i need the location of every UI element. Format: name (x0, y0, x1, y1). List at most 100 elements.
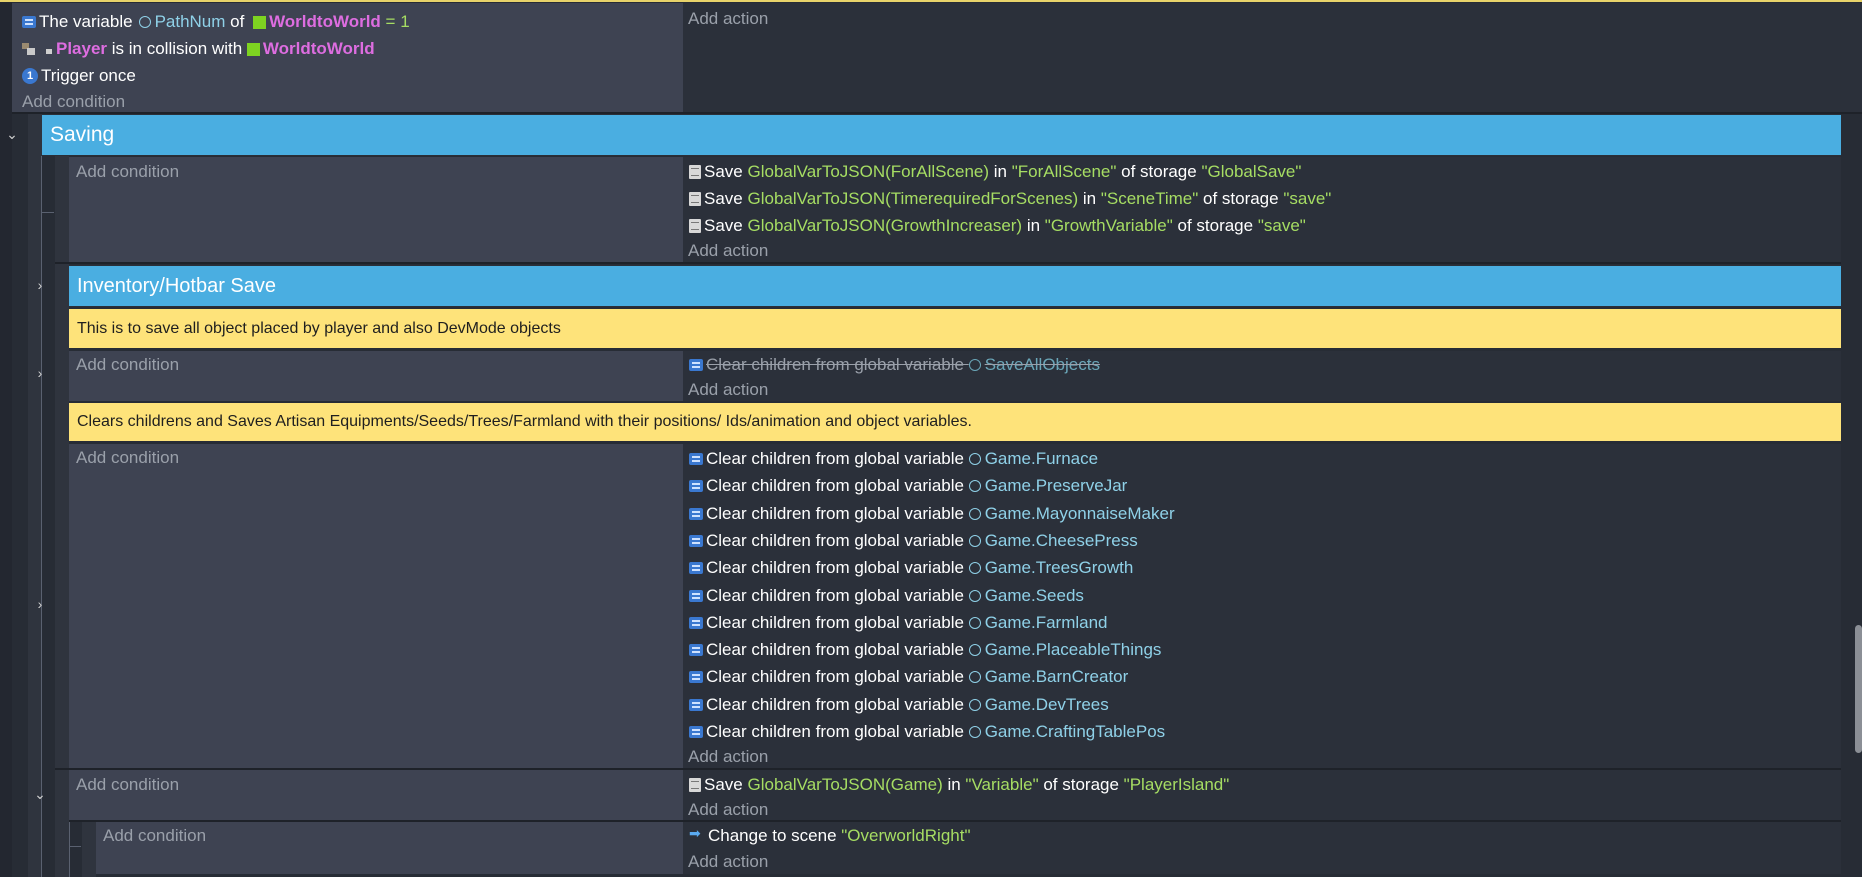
group-title: Saving (50, 123, 115, 146)
variable-icon (689, 534, 703, 547)
comment-block[interactable]: Clears childrens and Saves Artisan Equip… (69, 403, 1841, 441)
global-variable-icon (968, 671, 981, 684)
event1-conditions[interactable]: The variable PathNum of WorldtoWorld = 1… (12, 3, 683, 112)
action-save[interactable]: Save GlobalVarToJSON(ForAllScene) in "Fo… (689, 161, 1301, 183)
action-clear-children-disabled[interactable]: Clear children from global variable Save… (689, 354, 1100, 376)
global-variable-icon (968, 453, 981, 465)
variable-icon (689, 616, 703, 629)
comment-text: This is to save all object placed by pla… (77, 319, 561, 337)
action-clear-children[interactable]: Clear children from global variable Game… (689, 503, 1175, 525)
add-action-link[interactable]: Add action (688, 379, 768, 401)
comment-block[interactable]: This is to save all object placed by pla… (69, 309, 1841, 348)
expand-inventory-icon[interactable]: › (34, 278, 46, 292)
event5-conditions[interactable]: Add condition (69, 770, 683, 820)
add-action-link[interactable]: Add action (688, 240, 768, 262)
selection-line (0, 0, 1862, 2)
action-clear-children[interactable]: Clear children from global variable Game… (689, 585, 1084, 607)
collapse-saving-icon[interactable]: ⌄ (6, 127, 18, 141)
object-icon (246, 42, 260, 56)
object-icon (253, 15, 267, 29)
variable-icon (689, 671, 703, 684)
variable-icon (689, 480, 703, 493)
scene-variable-icon (138, 16, 151, 28)
event2-conditions[interactable]: Add condition (69, 157, 683, 262)
action-clear-children[interactable]: Clear children from global variable Game… (689, 530, 1138, 552)
vertical-scrollbar-thumb[interactable] (1855, 625, 1862, 753)
player-icon (45, 45, 53, 54)
event1-actions[interactable]: Add action (683, 3, 1862, 112)
group-indent (28, 114, 42, 877)
add-condition-link[interactable]: Add condition (76, 447, 179, 469)
add-condition-link[interactable]: Add condition (76, 354, 179, 376)
event3-conditions[interactable]: Add condition (69, 351, 683, 401)
variable-icon (689, 589, 703, 602)
action-save[interactable]: Save GlobalVarToJSON(GrowthIncreaser) in… (689, 215, 1306, 237)
variable-icon (689, 507, 703, 520)
change-scene-icon (689, 825, 705, 842)
event2-actions[interactable]: Save GlobalVarToJSON(ForAllScene) in "Fo… (683, 157, 1841, 262)
collapse-event-icon[interactable]: ⌄ (34, 787, 46, 801)
condition-trigger-once[interactable]: 1 Trigger once (22, 65, 136, 87)
trigger-once-icon: 1 (22, 68, 38, 84)
variable-icon (689, 644, 703, 657)
variable-icon (689, 726, 703, 738)
event4-actions[interactable]: Clear children from global variable Game… (683, 444, 1841, 768)
add-condition-link[interactable]: Add condition (103, 825, 206, 847)
action-clear-children[interactable]: Clear children from global variable Game… (689, 475, 1127, 497)
action-clear-children[interactable]: Clear children from global variable Game… (689, 666, 1128, 688)
global-variable-icon (968, 726, 981, 738)
global-variable-icon (968, 480, 981, 493)
event6-conditions[interactable]: Add condition (96, 822, 683, 874)
add-action-link[interactable]: Add action (688, 799, 768, 821)
variable-icon (689, 562, 703, 575)
variable-icon (689, 453, 703, 465)
condition-collision[interactable]: Player is in collision with WorldtoWorld (22, 38, 375, 60)
expand-event-icon[interactable]: › (34, 366, 46, 380)
action-clear-children[interactable]: Clear children from global variable Game… (689, 612, 1108, 634)
action-save[interactable]: Save GlobalVarToJSON(Game) in "Variable"… (689, 774, 1229, 796)
condition-variable[interactable]: The variable PathNum of WorldtoWorld = 1 (22, 11, 410, 33)
add-action-link[interactable]: Add action (688, 851, 768, 873)
storage-icon (689, 192, 701, 206)
tree-line (69, 846, 81, 847)
add-action-link[interactable]: Add action (688, 8, 768, 30)
global-variable-icon (968, 562, 981, 575)
global-variable-icon (968, 589, 981, 602)
event3-actions[interactable]: Clear children from global variable Save… (683, 351, 1841, 401)
storage-icon (689, 165, 701, 179)
action-clear-children[interactable]: Clear children from global variable Game… (689, 639, 1161, 661)
add-condition-link[interactable]: Add condition (76, 774, 179, 796)
action-clear-children[interactable]: Clear children from global variable Game… (689, 448, 1098, 470)
variable-icon (689, 698, 703, 711)
add-condition-link[interactable]: Add condition (76, 161, 179, 183)
action-clear-children[interactable]: Clear children from global variable Game… (689, 721, 1165, 743)
global-variable-icon (968, 616, 981, 629)
action-clear-children[interactable]: Clear children from global variable Game… (689, 557, 1133, 579)
event5-actions[interactable]: Save GlobalVarToJSON(Game) in "Variable"… (683, 770, 1841, 820)
add-action-link[interactable]: Add action (688, 746, 768, 768)
global-variable-icon (968, 698, 981, 711)
tree-line (69, 822, 70, 877)
variable-icon (689, 359, 703, 371)
global-variable-icon (968, 534, 981, 547)
tree-line (41, 156, 42, 877)
group-inventory-hotbar-save[interactable]: Inventory/Hotbar Save (69, 265, 1841, 307)
storage-icon (689, 778, 701, 792)
indent-bar (82, 822, 96, 877)
expand-event-icon[interactable]: › (34, 597, 46, 611)
event4-conditions[interactable]: Add condition (69, 444, 683, 768)
collision-icon (22, 43, 36, 55)
tree-line (41, 212, 54, 213)
separator (55, 262, 1841, 264)
event6-actions[interactable]: Change to scene "OverworldRight" Add act… (683, 822, 1841, 874)
global-variable-icon (968, 644, 981, 657)
action-save[interactable]: Save GlobalVarToJSON(TimerequiredForScen… (689, 188, 1331, 210)
group-title: Inventory/Hotbar Save (77, 274, 276, 297)
action-clear-children[interactable]: Clear children from global variable Game… (689, 694, 1109, 716)
comment-text: Clears childrens and Saves Artisan Equip… (77, 413, 972, 430)
action-change-scene[interactable]: Change to scene "OverworldRight" (689, 825, 970, 847)
variable-icon (22, 16, 36, 28)
storage-icon (689, 219, 701, 233)
group-saving[interactable]: Saving (42, 114, 1841, 156)
add-condition-link[interactable]: Add condition (22, 91, 125, 113)
